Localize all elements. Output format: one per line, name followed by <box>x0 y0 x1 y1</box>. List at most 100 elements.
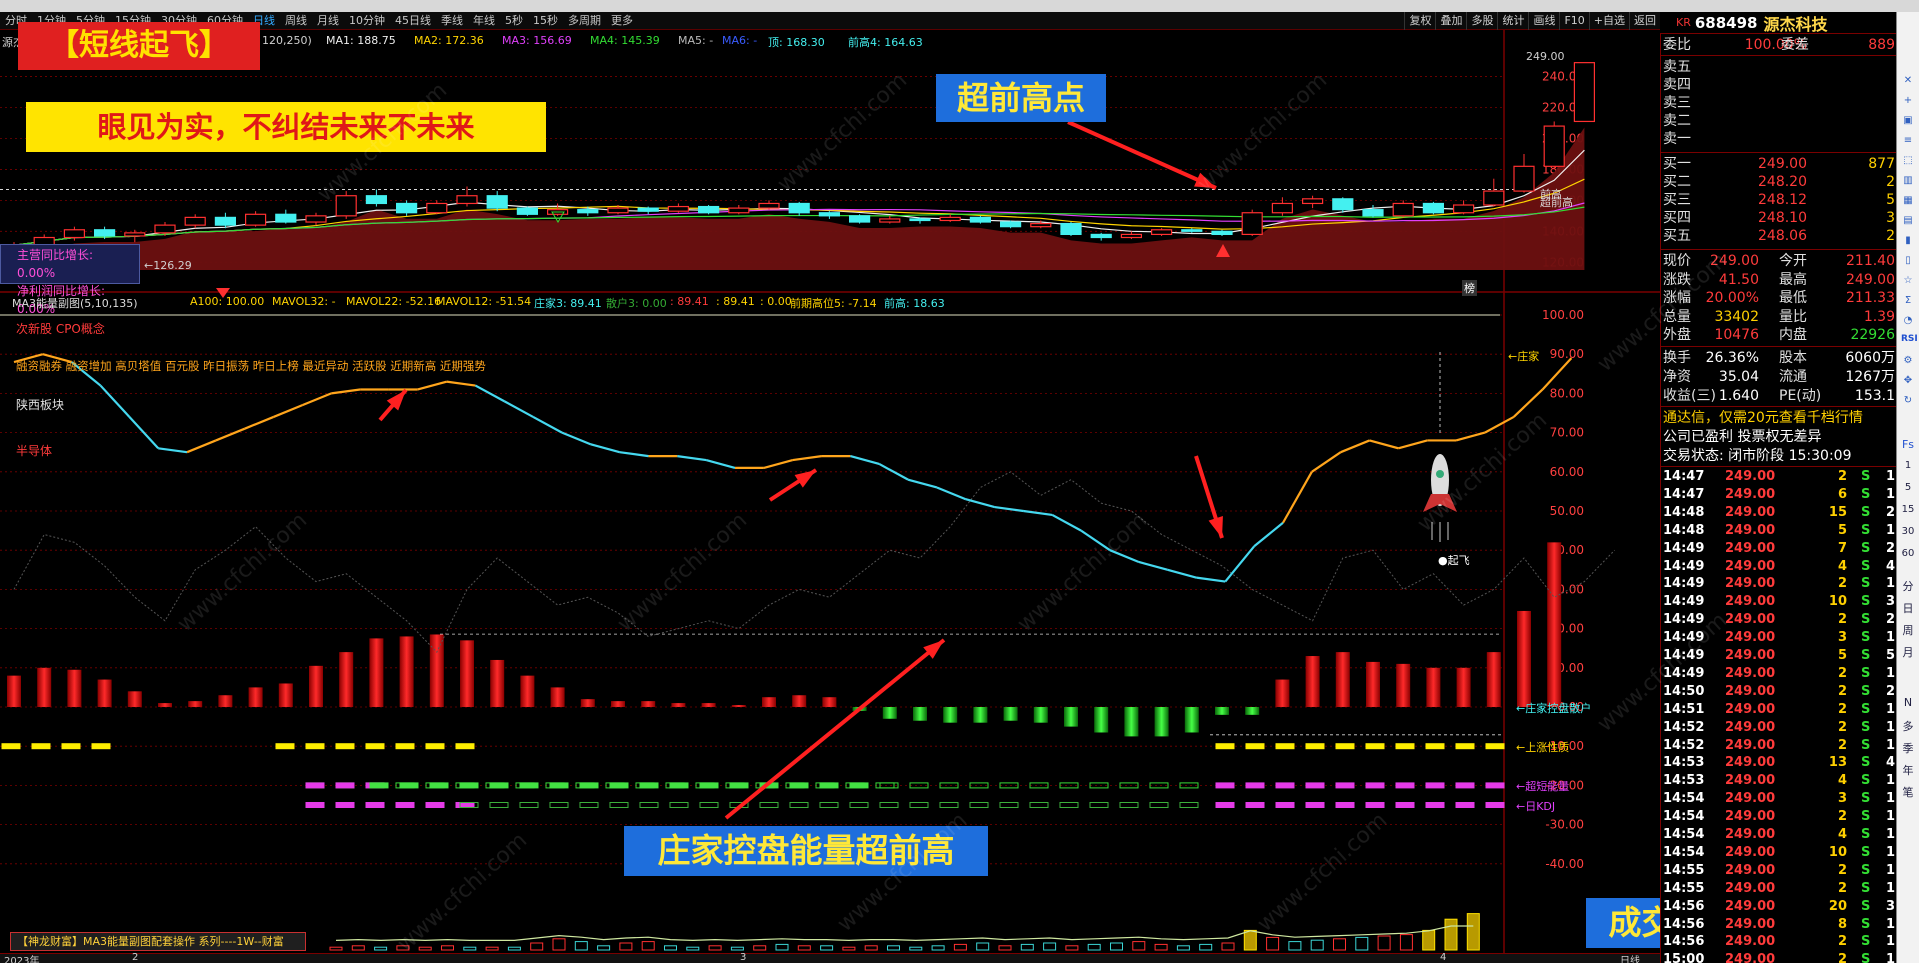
kline-chart-area[interactable]: 240.00220.00200.00180.00160.00140.00120.… <box>0 30 1660 953</box>
volume-bar <box>1310 939 1324 951</box>
tick-volume: 3 <box>1837 630 1847 646</box>
super-energy-dash <box>609 782 629 789</box>
tick-side: S <box>1861 522 1871 538</box>
side-period-1[interactable]: 日 <box>1901 600 1915 616</box>
kdj-dash <box>1059 802 1079 808</box>
period-tab-15[interactable]: 多周期 <box>563 12 606 30</box>
tick-count: 1 <box>1885 665 1895 681</box>
energy-bar <box>1184 707 1199 733</box>
candle <box>1120 231 1143 240</box>
tick-volume: 2 <box>1837 469 1847 484</box>
tool-button-5[interactable]: F10 <box>1559 12 1588 30</box>
side-period-6[interactable]: 年 <box>1901 762 1915 778</box>
kdj-dash <box>1119 802 1139 808</box>
table-icon[interactable]: ▤ <box>1901 214 1915 228</box>
period-n30[interactable]: 30 <box>1901 526 1915 537</box>
rise-signal-dash <box>1425 743 1445 750</box>
tool-button-1[interactable]: 叠加 <box>1435 12 1466 30</box>
doc-icon[interactable]: ▯ <box>1901 254 1915 268</box>
tick-row: 14:48 249.00 5 S 1 <box>1661 522 1897 540</box>
tool-button-3[interactable]: 统计 <box>1497 12 1528 30</box>
volume-bar <box>1221 942 1235 951</box>
period-tab-7[interactable]: 周线 <box>280 12 312 30</box>
energy-line-segment <box>792 455 822 462</box>
side-period-7[interactable]: 笔 <box>1901 784 1915 800</box>
sum-icon[interactable]: Σ <box>1901 294 1915 308</box>
period-n1[interactable]: 1 <box>1901 460 1915 471</box>
x-axis-bar[interactable]: 2023年 2 3 4 日线 <box>0 952 1660 963</box>
tick-side: S <box>1861 683 1871 699</box>
legend-top: 顶: 168.30 <box>768 36 825 49</box>
tick-price: 249.00 <box>1725 827 1776 842</box>
bid-row: 买三 248.12 5 <box>1661 191 1897 209</box>
period-tab-9[interactable]: 10分钟 <box>344 12 390 30</box>
volume-bar <box>953 943 967 951</box>
period-tab-14[interactable]: 15秒 <box>528 12 563 30</box>
tick-time: 14:54 <box>1663 844 1705 860</box>
bars-icon[interactable]: ▮ <box>1901 234 1915 248</box>
ind-v1: : 89.41 <box>670 295 709 308</box>
energy-line-segment <box>590 443 620 454</box>
gear-icon[interactable]: ⚙ <box>1901 354 1915 368</box>
tick-time: 14:49 <box>1663 576 1705 592</box>
tick-price: 249.00 <box>1725 683 1776 699</box>
side-period-0[interactable]: 分 <box>1901 578 1915 594</box>
period-tab-10[interactable]: 45日线 <box>390 12 436 30</box>
candle <box>1483 178 1505 207</box>
list-icon[interactable]: ≡ <box>1901 134 1915 148</box>
volume-bar <box>1288 941 1302 951</box>
tool-button-2[interactable]: 多股 <box>1466 12 1497 30</box>
tick-side: S <box>1861 630 1871 646</box>
grid-icon[interactable]: ▦ <box>1901 194 1915 208</box>
refresh-icon[interactable]: ↻ <box>1901 394 1915 408</box>
rise-signal-dash <box>455 743 475 750</box>
period-tab-13[interactable]: 5秒 <box>500 12 528 30</box>
side-period-3[interactable]: 月 <box>1901 644 1915 660</box>
kline-icon[interactable]: ▥ <box>1901 174 1915 188</box>
side-period-2[interactable]: 周 <box>1901 622 1915 638</box>
volume-bar <box>374 946 388 951</box>
rsi-label[interactable]: RSI <box>1901 334 1918 344</box>
period-n60[interactable]: 60 <box>1901 548 1915 559</box>
period-tab-12[interactable]: 年线 <box>468 12 500 30</box>
tick-side: S <box>1861 594 1871 610</box>
energy-bar <box>822 697 837 707</box>
window-icon[interactable]: ▣ <box>1901 114 1915 128</box>
period-n15[interactable]: 15 <box>1901 504 1915 515</box>
side-period-5[interactable]: 季 <box>1901 740 1915 756</box>
tick-volume: 3 <box>1837 791 1847 807</box>
rise-signal-dash <box>1305 743 1325 750</box>
menu-bar <box>0 0 1919 12</box>
tool-button-0[interactable]: 复权 <box>1404 12 1435 30</box>
tick-side: S <box>1861 773 1871 789</box>
tick-count: 2 <box>1885 540 1895 556</box>
chart-icon[interactable]: ⬚ <box>1901 154 1915 168</box>
period-tab-11[interactable]: 季线 <box>436 12 468 30</box>
indicator-tick: 90.00 <box>1550 347 1584 361</box>
tick-price: 249.00 <box>1725 648 1776 663</box>
close-icon[interactable]: ✕ <box>1901 74 1915 88</box>
period-fs[interactable]: Fs <box>1901 438 1915 451</box>
pie-icon[interactable]: ◔ <box>1901 314 1915 328</box>
plus-icon[interactable]: + <box>1901 94 1915 108</box>
energy-line-segment <box>532 415 563 434</box>
period-tab-8[interactable]: 月线 <box>312 12 344 30</box>
super-energy-dash <box>819 782 839 789</box>
period-n[interactable]: N <box>1901 696 1915 709</box>
side-period-4[interactable]: 多 <box>1901 718 1915 734</box>
tool-button-7[interactable]: 返回 <box>1629 12 1660 30</box>
tick-volume: 10 <box>1828 594 1847 610</box>
super-energy-dash <box>1305 782 1325 789</box>
tick-row: 14:53 249.00 13 S 4 <box>1661 754 1897 772</box>
star-icon[interactable]: ☆ <box>1901 274 1915 288</box>
top-list-tag: 榜 <box>1462 280 1477 296</box>
move-icon[interactable]: ✥ <box>1901 374 1915 388</box>
period-n5[interactable]: 5 <box>1901 482 1915 493</box>
volume-bar <box>1087 943 1101 951</box>
kdj-dash <box>1305 802 1325 808</box>
period-tab-16[interactable]: 更多 <box>606 12 638 30</box>
notice-row[interactable]: 通达信，仅需20元查看千档行情 <box>1661 409 1897 427</box>
tick-time: 14:53 <box>1663 773 1705 789</box>
tool-button-4[interactable]: 画线 <box>1528 12 1559 30</box>
tool-button-6[interactable]: +自选 <box>1588 12 1629 30</box>
